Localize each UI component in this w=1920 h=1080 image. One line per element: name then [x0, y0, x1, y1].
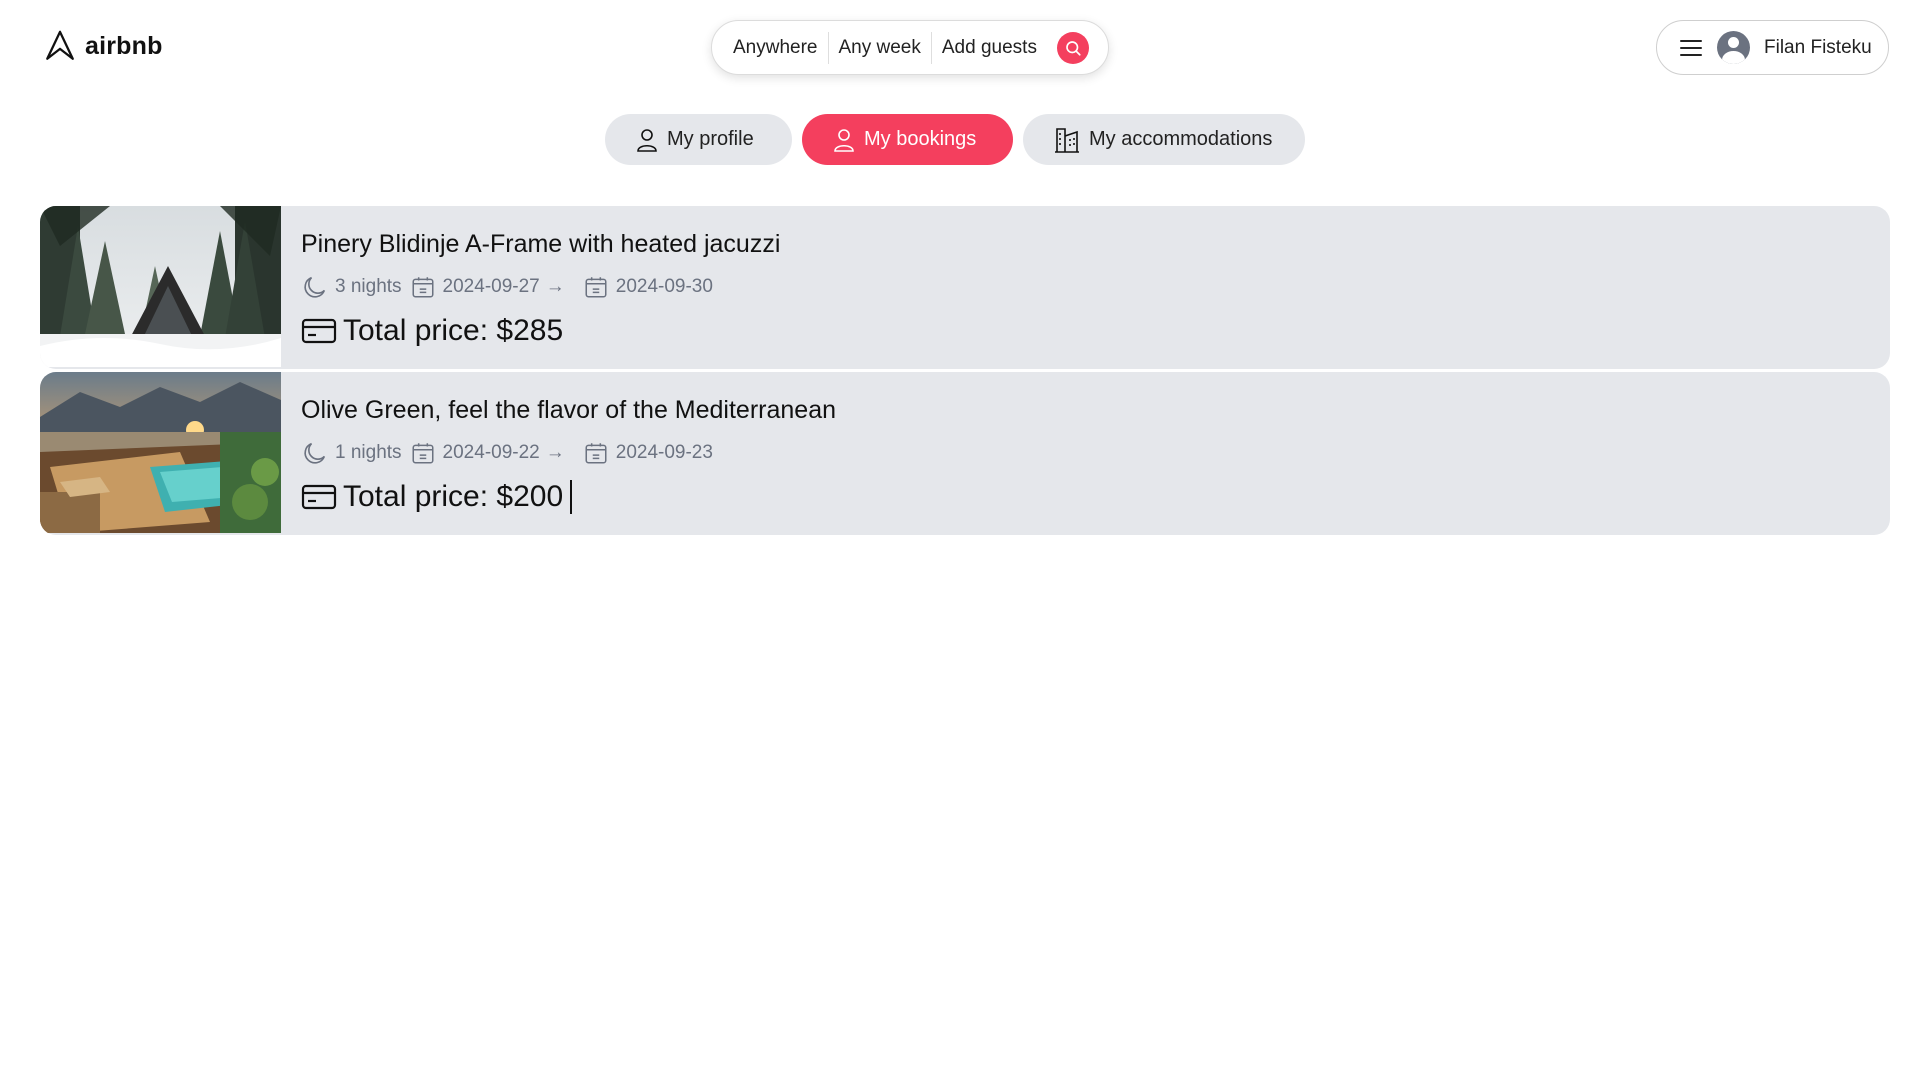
check-in-date: 2024-09-22	[442, 442, 540, 463]
search-icon	[1066, 40, 1081, 56]
booking-price: Total price: $200	[301, 479, 836, 515]
user-icon	[834, 128, 854, 152]
user-name: Filan Fisteku	[1764, 36, 1872, 58]
calendar-icon	[412, 277, 434, 298]
search-button[interactable]	[1056, 31, 1089, 64]
text-cursor	[570, 480, 573, 514]
check-out-date: 2024-09-23	[615, 442, 713, 463]
booking-card[interactable]: Pinery Blidinje A-Frame with heated jacu…	[40, 206, 1890, 369]
date-arrow: →	[545, 442, 565, 463]
logo-text: airbnb	[85, 31, 163, 60]
booking-card[interactable]: Olive Green, feel the flavor of the Medi…	[40, 372, 1890, 535]
tab-my-profile[interactable]: My profile	[605, 114, 792, 165]
price-text: Total price: $200	[343, 480, 564, 513]
booking-photo	[40, 372, 281, 533]
user-icon	[637, 128, 657, 152]
tab-my-bookings[interactable]: My bookings	[802, 114, 1013, 165]
date-arrow: →	[545, 276, 565, 297]
tab-label: My bookings	[864, 128, 977, 150]
check-in-date: 2024-09-27	[442, 276, 540, 297]
search-anywhere[interactable]: Anywhere	[733, 32, 828, 64]
calendar-icon	[412, 443, 434, 464]
moon-icon	[304, 442, 326, 464]
airbnb-logo[interactable]: airbnb	[43, 29, 163, 63]
tab-my-accommodations[interactable]: My accommodations	[1023, 114, 1305, 165]
check-out-date: 2024-09-30	[615, 276, 713, 297]
menu-icon	[1680, 39, 1702, 56]
booking-price: Total price: $285	[301, 313, 780, 349]
credit-card-icon	[301, 318, 337, 344]
avatar	[1717, 31, 1750, 64]
booking-title: Olive Green, feel the flavor of the Medi…	[301, 396, 837, 424]
booking-dates: 3 nights 2024-09-27 → 2024-09-30	[301, 273, 780, 301]
booking-nights: 3 nights	[335, 276, 402, 297]
tab-label: My profile	[667, 128, 754, 150]
booking-photo	[40, 206, 281, 367]
account-tabs: My profile My bookings My accommodations	[0, 114, 1920, 165]
building-icon	[1055, 127, 1079, 153]
moon-icon	[304, 276, 326, 298]
booking-title: Pinery Blidinje A-Frame with heated jacu…	[301, 230, 781, 258]
tab-label: My accommodations	[1089, 128, 1273, 150]
user-menu-button[interactable]: Filan Fisteku	[1656, 20, 1889, 75]
price-text: Total price: $285	[343, 314, 564, 347]
calendar-icon	[585, 277, 607, 298]
airbnb-logo-icon	[46, 30, 74, 60]
search-add-guests[interactable]: Add guests	[932, 32, 1047, 64]
search-any-week[interactable]: Any week	[829, 32, 931, 64]
booking-dates: 1 nights 2024-09-22 → 2024-09-23	[301, 439, 836, 467]
calendar-icon	[585, 443, 607, 464]
search-bar[interactable]: Anywhere Any week Add guests	[711, 20, 1109, 75]
booking-nights: 1 nights	[335, 442, 402, 463]
credit-card-icon	[301, 484, 337, 510]
